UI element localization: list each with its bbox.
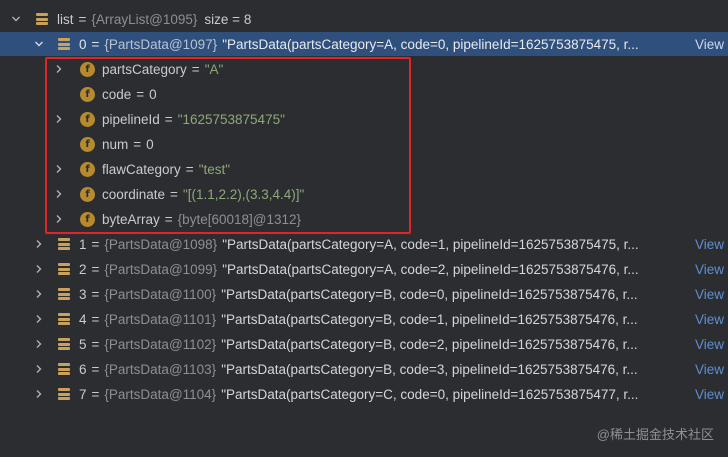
tree-row-item[interactable]: 7 = {PartsData@1104} "PartsData(partsCatego… (0, 382, 728, 406)
field-name: partsCategory (102, 61, 187, 77)
field-icon: f (80, 186, 95, 202)
field-name: pipelineId (102, 111, 160, 127)
tree-row-item[interactable]: 5 = {PartsData@1102} "PartsData(partsCatego… (0, 332, 728, 356)
item-description: "PartsData(partsCategory=C, code=0, pipe… (221, 386, 639, 402)
item-ref: {PartsData@1097} (104, 36, 218, 52)
tree-row-item[interactable]: 1 = {PartsData@1098} "PartsData(partsCatego… (0, 232, 728, 256)
field-name: coordinate (102, 186, 166, 202)
item-ref: {PartsData@1100} (104, 286, 217, 302)
field-icon: f (80, 136, 95, 152)
item-ref: {PartsData@1104} (104, 386, 217, 402)
field-icon: f (80, 61, 95, 77)
chevron-right-icon[interactable] (54, 114, 64, 124)
view-link[interactable]: View (688, 386, 724, 402)
item-description: "PartsData(partsCategory=A, code=2, pipe… (222, 261, 639, 277)
item-index: 3 (79, 286, 87, 302)
field-row[interactable]: f flawCategory = "test" (0, 157, 728, 181)
item-index: 2 (79, 261, 87, 277)
field-value: 0 (146, 136, 154, 152)
view-link[interactable]: View (688, 36, 724, 52)
field-icon: f (80, 86, 95, 102)
view-link[interactable]: View (688, 286, 724, 302)
tree-row-item[interactable]: 3 = {PartsData@1100} "PartsData(partsCatego… (0, 282, 728, 306)
item-ref: {PartsData@1099} (104, 261, 218, 277)
field-name: byteArray (102, 211, 160, 227)
chevron-right-icon[interactable] (54, 189, 64, 199)
variable-name: list (57, 11, 74, 27)
tree-row-item[interactable]: 2 = {PartsData@1099} "PartsData(partsCatego… (0, 257, 728, 281)
field-value: "1625753875475" (177, 111, 285, 127)
field-row[interactable]: f num = 0 (0, 132, 728, 156)
view-link[interactable]: View (688, 336, 724, 352)
object-icon (58, 288, 70, 300)
field-value: "test" (198, 161, 231, 177)
field-icon: f (80, 111, 95, 127)
item-index: 0 (79, 36, 87, 52)
chevron-right-icon[interactable] (34, 364, 44, 374)
item-index: 7 (79, 386, 87, 402)
item-description: "PartsData(partsCategory=B, code=2, pipe… (221, 336, 638, 352)
item-ref: {PartsData@1102} (104, 336, 217, 352)
item-description: "PartsData(partsCategory=A, code=0, pipe… (222, 36, 639, 52)
field-row[interactable]: f partsCategory = "A" (0, 57, 728, 81)
field-row[interactable]: f byteArray = {byte[60018]@1312} (0, 207, 728, 231)
chevron-right-icon[interactable] (34, 339, 44, 349)
chevron-right-icon[interactable] (34, 389, 44, 399)
object-icon (58, 313, 70, 325)
chevron-right-icon[interactable] (34, 264, 44, 274)
field-value: "A" (204, 61, 224, 77)
item-ref: {PartsData@1101} (104, 311, 217, 327)
chevron-down-icon[interactable] (34, 39, 44, 49)
view-link[interactable]: View (688, 311, 724, 327)
size-text: size = 8 (204, 11, 252, 27)
field-value: 0 (149, 86, 157, 102)
field-row[interactable]: f coordinate = "[(1.1,2.2),(3.3,4.4)]" (0, 182, 728, 206)
object-icon (58, 263, 70, 275)
view-link[interactable]: View (688, 236, 724, 252)
field-name: num (102, 136, 129, 152)
field-value: {byte[60018]@1312} (177, 211, 301, 227)
field-row[interactable]: f pipelineId = "1625753875475" (0, 107, 728, 131)
variable-ref: {ArrayList@1095} (91, 11, 198, 27)
item-ref: {PartsData@1098} (104, 236, 218, 252)
field-row[interactable]: f code = 0 (0, 82, 728, 106)
tree-row-item[interactable]: 4 = {PartsData@1101} "PartsData(partsCatego… (0, 307, 728, 331)
view-link[interactable]: View (688, 261, 724, 277)
object-icon (58, 388, 70, 400)
item-index: 4 (79, 311, 87, 327)
item-index: 1 (79, 236, 87, 252)
field-name: flawCategory (102, 161, 181, 177)
item-index: 5 (79, 336, 87, 352)
chevron-down-icon[interactable] (11, 14, 21, 24)
chevron-right-icon[interactable] (54, 214, 64, 224)
item-description: "PartsData(partsCategory=B, code=1, pipe… (221, 311, 638, 327)
object-icon (58, 363, 70, 375)
object-icon (58, 338, 70, 350)
view-link[interactable]: View (688, 361, 724, 377)
chevron-right-icon[interactable] (34, 314, 44, 324)
item-ref: {PartsData@1103} (104, 361, 217, 377)
tree-row-item[interactable]: 6 = {PartsData@1103} "PartsData(partsCatego… (0, 357, 728, 381)
watermark: @稀土掘金技术社区 (596, 427, 714, 442)
object-icon (58, 238, 70, 250)
chevron-right-icon[interactable] (34, 289, 44, 299)
item-description: "PartsData(partsCategory=A, code=1, pipe… (222, 236, 639, 252)
item-index: 6 (79, 361, 87, 377)
chevron-right-icon[interactable] (54, 164, 64, 174)
field-icon: f (80, 211, 95, 227)
item-description: "PartsData(partsCategory=B, code=3, pipe… (221, 361, 638, 377)
field-name: code (102, 86, 132, 102)
list-icon (36, 13, 48, 25)
tree-row-list[interactable]: list = {ArrayList@1095} size = 8 (0, 7, 728, 31)
tree-row-item-0[interactable]: 0 = {PartsData@1097} "PartsData(partsCat… (0, 32, 728, 56)
item-description: "PartsData(partsCategory=B, code=0, pipe… (221, 286, 638, 302)
chevron-right-icon[interactable] (34, 239, 44, 249)
field-value: "[(1.1,2.2),(3.3,4.4)]" (182, 186, 305, 202)
field-icon: f (80, 161, 95, 177)
object-icon (58, 38, 70, 50)
chevron-right-icon[interactable] (54, 64, 64, 74)
